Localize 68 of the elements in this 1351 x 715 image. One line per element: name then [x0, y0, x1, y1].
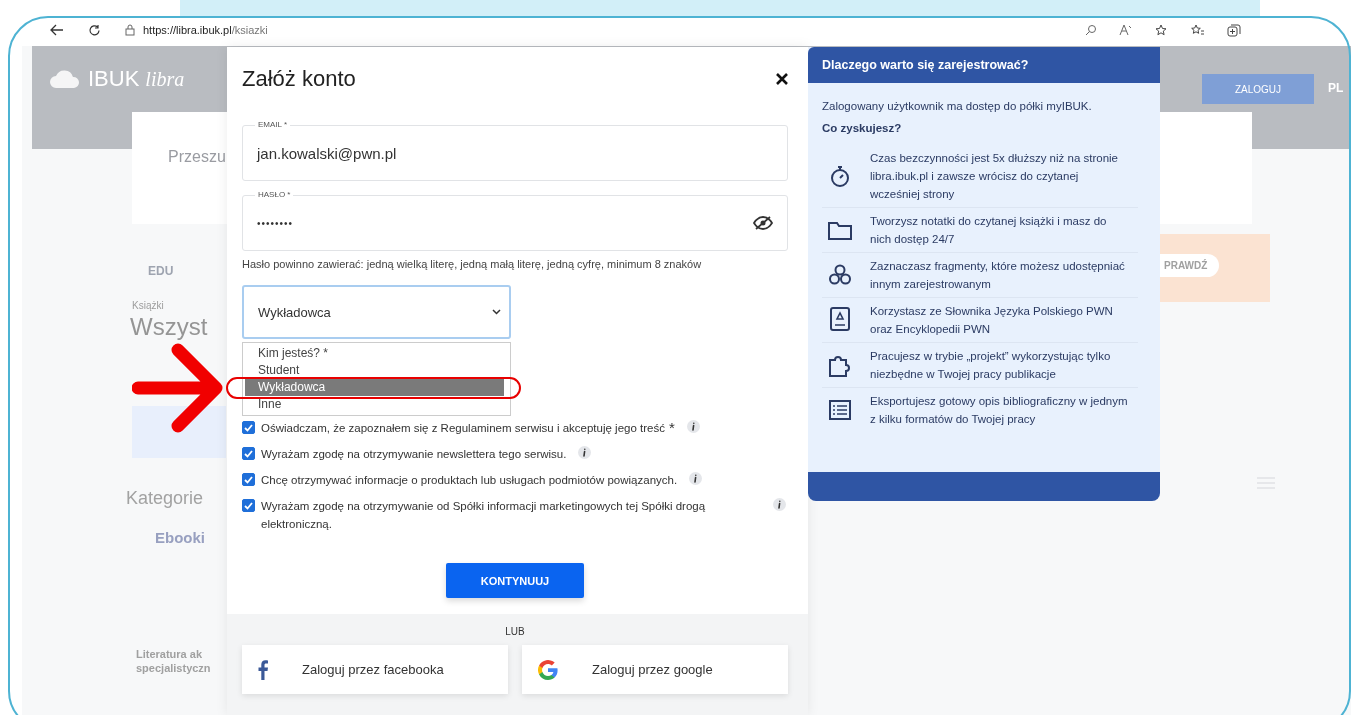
- field-value: jan.kowalski@pwn.pl: [257, 144, 397, 162]
- consent-text: Wyrażam zgodę na otrzymywanie od Spółki informacji marketingowych tej Spółki drogą elektroniczną.: [261, 499, 707, 532]
- benefit-text: Eksportujesz gotowy opis bibliograficzny w jednym z kilku formatów do Twojej pracy: [870, 394, 1128, 427]
- edu-label: EDU: [148, 264, 174, 278]
- favorites-icon[interactable]: [1191, 23, 1205, 37]
- folder-icon: [828, 220, 852, 240]
- pointing-arrow-icon: [132, 342, 224, 434]
- categories-heading: Kategorie: [126, 488, 204, 509]
- list-icon: [828, 400, 852, 420]
- logo-script: libra: [145, 67, 185, 91]
- info-icon[interactable]: [578, 446, 592, 459]
- info-icon[interactable]: [686, 420, 700, 433]
- dropdown-option[interactable]: Inne: [243, 396, 510, 413]
- checkbox[interactable]: [242, 447, 255, 460]
- info-icon[interactable]: [773, 498, 786, 511]
- consent-text: Wyrażam zgodę na otrzymywanie newslettera tego serwisu.: [261, 447, 567, 462]
- required-mark: *: [668, 419, 675, 437]
- category-text: Literatura ak: [136, 648, 203, 660]
- chevron-down-icon: [492, 309, 501, 315]
- category-text: specjalistyczn: [136, 662, 211, 674]
- social-login-button[interactable]: Zaloguj przez facebooka: [242, 645, 508, 694]
- benefit-text: Zaznaczasz fragmenty, które możesz udostępniać innym zarejestrowanym: [870, 259, 1126, 292]
- consent-text: Oświadczam, że zapoznałem się z Regulaminem serwisu i akceptuję jego treść: [261, 421, 665, 436]
- section-label: Książki: [132, 300, 164, 311]
- continue-button[interactable]: KONTYNUUJ: [446, 563, 584, 598]
- page-heading: Wszyst: [130, 314, 208, 340]
- consent-text: Chcę otrzymywać informacje o produktach lub usługach podmiotów powiązanych.: [261, 473, 678, 488]
- collections-icon[interactable]: [1227, 23, 1241, 37]
- password-hint: Hasło powinno zawierać: jedną wielką literę, jedną małą literę, jedną cyfrę, minimum 8 znaków: [242, 258, 703, 270]
- search-hint: Przeszu: [168, 148, 226, 166]
- info-icon[interactable]: [689, 472, 703, 485]
- social-login-button[interactable]: Zaloguj przez google: [522, 645, 788, 694]
- panel-question: Co zyskujesz?: [822, 121, 903, 136]
- benefit-text: Tworzysz notatki do czytanej książki i masz do nich dostęp 24/7: [870, 214, 1108, 247]
- refresh-icon[interactable]: [88, 23, 101, 37]
- field-value: ••••••••: [257, 217, 293, 229]
- cloud-logo-icon: [48, 69, 82, 89]
- dropdown-option[interactable]: Wykładowca: [245, 379, 504, 396]
- benefit-text: Pracujesz w trybie „projekt” wykorzystując tylko niezbędne w Twojej pracy publikacje: [870, 349, 1112, 382]
- google-g-icon: [538, 659, 558, 680]
- address-bar[interactable]: https://libra.ibuk.pl/ksiazki: [125, 24, 268, 36]
- field-label: EMAIL *: [255, 120, 291, 129]
- benefit-text: Czas bezczynności jest 5x dłuższy niż na stronie libra.ibuk.pl i zawsze wrócisz do czytanej wcześniej strony: [870, 151, 1119, 202]
- checkbox[interactable]: [242, 473, 255, 486]
- dropdown-option[interactable]: Student: [243, 362, 510, 379]
- search-icon[interactable]: [1085, 24, 1097, 36]
- panel-intro: Zalogowany użytkownik ma dostęp do półki myIBUK.: [822, 99, 1093, 114]
- checkbox[interactable]: [242, 421, 255, 434]
- role-select[interactable]: Wykładowca: [242, 285, 511, 339]
- panel-title: Dlaczego warto się zarejestrować?: [808, 47, 1160, 83]
- book-icon: [828, 307, 852, 333]
- circles-icon: [828, 264, 852, 286]
- checkbox[interactable]: [242, 499, 255, 512]
- close-icon[interactable]: [776, 73, 788, 85]
- back-icon[interactable]: [50, 24, 64, 36]
- lock-icon: [125, 24, 135, 36]
- facebook-f-icon: [258, 659, 268, 680]
- or-divider-text: LUB: [505, 626, 525, 637]
- benefit-text: Korzystasz ze Słownika Języka Polskiego PWN oraz Encyklopedii PWN: [870, 304, 1114, 337]
- field-label: HASŁO *: [255, 190, 294, 199]
- dropdown-option[interactable]: Kim jesteś? *: [243, 345, 510, 362]
- read-aloud-icon[interactable]: [1119, 24, 1133, 36]
- favorite-add-icon[interactable]: [1155, 23, 1169, 37]
- puzzle-piece-icon: [828, 353, 852, 377]
- logo-text: IBUK: [88, 66, 140, 92]
- dialog-title: Załóż konto: [242, 66, 356, 92]
- stopwatch-icon: [828, 164, 852, 188]
- eye-slash-icon[interactable]: [753, 216, 773, 230]
